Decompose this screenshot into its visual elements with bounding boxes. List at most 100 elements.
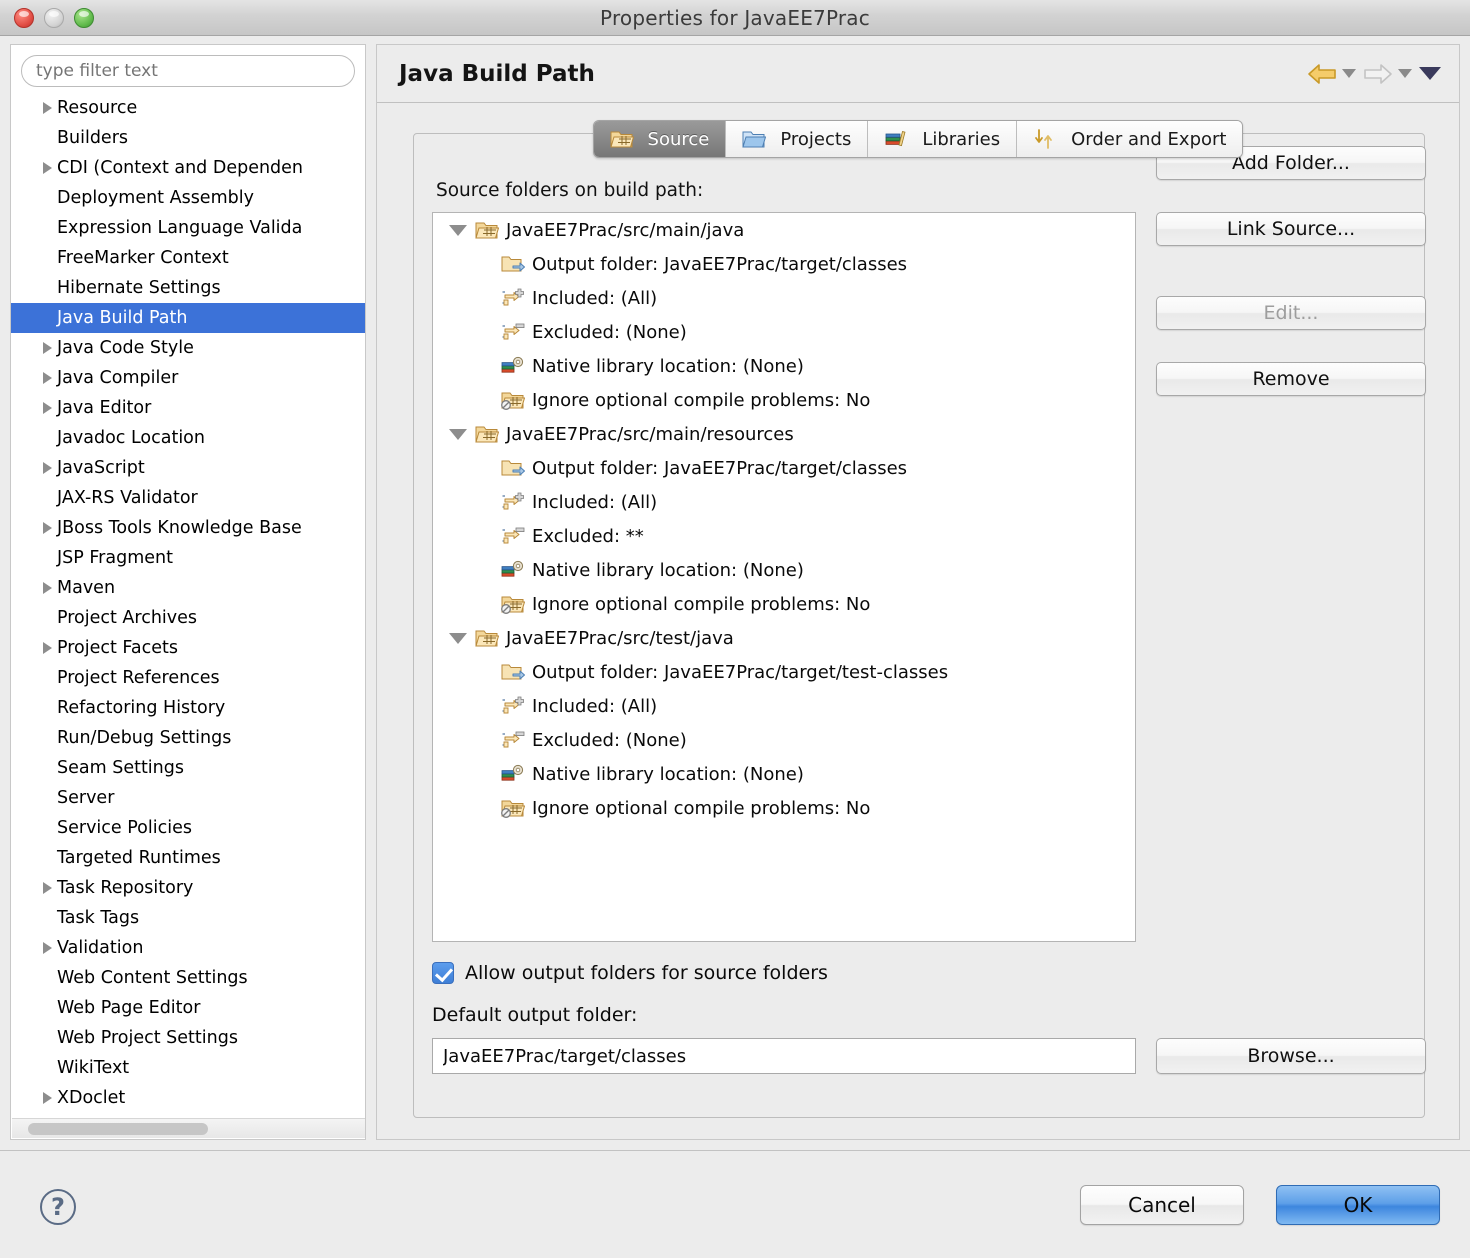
sidebar-item-java-code-style[interactable]: Java Code Style [11,333,365,363]
source-folder-attribute-label: Included: (All) [532,491,658,513]
sidebar-item-label: Java Code Style [57,338,194,358]
sidebar-item-javadoc-location[interactable]: Javadoc Location [11,423,365,453]
sidebar-item-hibernate-settings[interactable]: Hibernate Settings [11,273,365,303]
expand-arrow-icon[interactable] [43,402,52,414]
sidebar-item-project-archives[interactable]: Project Archives [11,603,365,633]
search-input[interactable] [21,55,355,87]
sidebar-item-service-policies[interactable]: Service Policies [11,813,365,843]
tab-projects[interactable]: Projects [726,121,869,157]
view-menu-icon[interactable] [1419,67,1441,80]
source-folder-row[interactable]: JavaEE7Prac/src/test/java [433,621,1135,655]
source-folders-list[interactable]: JavaEE7Prac/src/main/java Output folder: … [432,212,1136,942]
sidebar-item-resource[interactable]: Resource [11,93,365,123]
back-arrow-icon[interactable] [1307,62,1337,86]
sidebar-item-run-debug-settings[interactable]: Run/Debug Settings [11,723,365,753]
expand-arrow-icon[interactable] [43,342,52,354]
sidebar-item-jboss-tools-knowledge-base[interactable]: JBoss Tools Knowledge Base [11,513,365,543]
sidebar-item-seam-settings[interactable]: Seam Settings [11,753,365,783]
allow-output-folders-row[interactable]: Allow output folders for source folders [432,962,828,984]
ok-button[interactable]: OK [1276,1185,1440,1225]
sidebar-item-web-project-settings[interactable]: Web Project Settings [11,1023,365,1053]
tab-libraries[interactable]: Libraries [868,121,1018,157]
sidebar-item-task-tags[interactable]: Task Tags [11,903,365,933]
sidebar-item-targeted-runtimes[interactable]: Targeted Runtimes [11,843,365,873]
expand-arrow-icon[interactable] [43,102,52,114]
window-controls[interactable] [14,8,94,28]
sidebar-item-jsp-fragment[interactable]: JSP Fragment [11,543,365,573]
remove-button[interactable]: Remove [1156,362,1426,396]
sidebar-item-javascript[interactable]: JavaScript [11,453,365,483]
sidebar-horizontal-scrollbar[interactable] [12,1118,365,1138]
source-folder-row[interactable]: JavaEE7Prac/src/main/java [433,213,1135,247]
sidebar-item-server[interactable]: Server [11,783,365,813]
expand-arrow-icon[interactable] [43,882,52,894]
sidebar-item-deployment-assembly[interactable]: Deployment Assembly [11,183,365,213]
sidebar-item-project-references[interactable]: Project References [11,663,365,693]
expand-arrow-icon[interactable] [43,942,52,954]
expand-arrow-icon[interactable] [43,162,52,174]
expand-arrow-icon[interactable] [43,1092,52,1104]
sidebar-item-builders[interactable]: Builders [11,123,365,153]
tab-bar[interactable]: Source Projects Libraries Order and Export [592,120,1244,158]
source-folder-attribute-row[interactable]: Ignore optional compile problems: No [433,791,1135,825]
back-dropdown-icon[interactable] [1342,69,1356,78]
source-folder-attribute-row[interactable]: Ignore optional compile problems: No [433,383,1135,417]
collapse-arrow-icon[interactable] [449,224,467,236]
sidebar-item-cdi-context-and-dependen[interactable]: CDI (Context and Dependen [11,153,365,183]
browse-button[interactable]: Browse... [1156,1038,1426,1074]
sidebar-item-label: Web Page Editor [57,998,201,1018]
source-folder-attribute-row[interactable]: Native library location: (None) [433,757,1135,791]
sidebar-item-jax-rs-validator[interactable]: JAX-RS Validator [11,483,365,513]
source-folder-row[interactable]: JavaEE7Prac/src/main/resources [433,417,1135,451]
expand-arrow-icon[interactable] [43,642,52,654]
source-folder-attribute-row[interactable]: Output folder: JavaEE7Prac/target/classe… [433,247,1135,281]
sidebar-item-web-content-settings[interactable]: Web Content Settings [11,963,365,993]
settings-tree[interactable]: Resource Builders CDI (Context and Depende… [11,93,365,1113]
expand-arrow-icon[interactable] [43,522,52,534]
navigation-controls[interactable] [1307,62,1441,86]
source-folder-attribute-row[interactable]: Output folder: JavaEE7Prac/target/test-c… [433,655,1135,689]
allow-output-folders-checkbox[interactable] [432,962,454,984]
source-folder-attribute-row[interactable]: Native library location: (None) [433,349,1135,383]
tab-order-and-export[interactable]: Order and Export [1017,121,1243,157]
source-folder-attribute-row[interactable]: Native library location: (None) [433,553,1135,587]
source-folder-attribute-row[interactable]: Included: (All) [433,485,1135,519]
minimize-button[interactable] [44,8,64,28]
expand-arrow-icon[interactable] [43,462,52,474]
sidebar-item-wikitext[interactable]: WikiText [11,1053,365,1083]
default-output-folder-input[interactable] [432,1038,1136,1074]
link-source-button[interactable]: Link Source... [1156,212,1426,246]
sidebar-item-project-facets[interactable]: Project Facets [11,633,365,663]
source-folder-attribute-row[interactable]: Output folder: JavaEE7Prac/target/classe… [433,451,1135,485]
sidebar-item-java-editor[interactable]: Java Editor [11,393,365,423]
source-folder-attribute-row[interactable]: Excluded: ** [433,519,1135,553]
zoom-button[interactable] [74,8,94,28]
sidebar-item-expression-language-valida[interactable]: Expression Language Valida [11,213,365,243]
scrollbar-thumb[interactable] [28,1123,208,1135]
sidebar-item-validation[interactable]: Validation [11,933,365,963]
source-folder-attribute-row[interactable]: Included: (All) [433,689,1135,723]
sidebar-item-java-compiler[interactable]: Java Compiler [11,363,365,393]
tab-source[interactable]: Source [593,121,727,157]
sidebar-item-maven[interactable]: Maven [11,573,365,603]
source-folder-attribute-row[interactable]: Excluded: (None) [433,315,1135,349]
source-folder-attribute-row[interactable]: Excluded: (None) [433,723,1135,757]
collapse-arrow-icon[interactable] [449,632,467,644]
forward-arrow-icon [1364,63,1392,84]
sidebar-item-web-page-editor[interactable]: Web Page Editor [11,993,365,1023]
sidebar-item-refactoring-history[interactable]: Refactoring History [11,693,365,723]
source-folder-attribute-row[interactable]: Included: (All) [433,281,1135,315]
sidebar-item-freemarker-context[interactable]: FreeMarker Context [11,243,365,273]
expand-arrow-icon[interactable] [43,372,52,384]
close-button[interactable] [14,8,34,28]
source-folder-attribute-row[interactable]: Ignore optional compile problems: No [433,587,1135,621]
cancel-button[interactable]: Cancel [1080,1185,1244,1225]
help-question-icon[interactable]: ? [40,1189,76,1225]
sidebar-item-task-repository[interactable]: Task Repository [11,873,365,903]
sidebar-item-java-build-path[interactable]: Java Build Path [11,303,365,333]
collapse-arrow-icon[interactable] [449,428,467,440]
back-nav-group[interactable] [1307,62,1356,86]
expand-arrow-icon[interactable] [43,582,52,594]
sidebar-item-xdoclet[interactable]: XDoclet [11,1083,365,1113]
ignore-problems-icon [501,596,525,614]
